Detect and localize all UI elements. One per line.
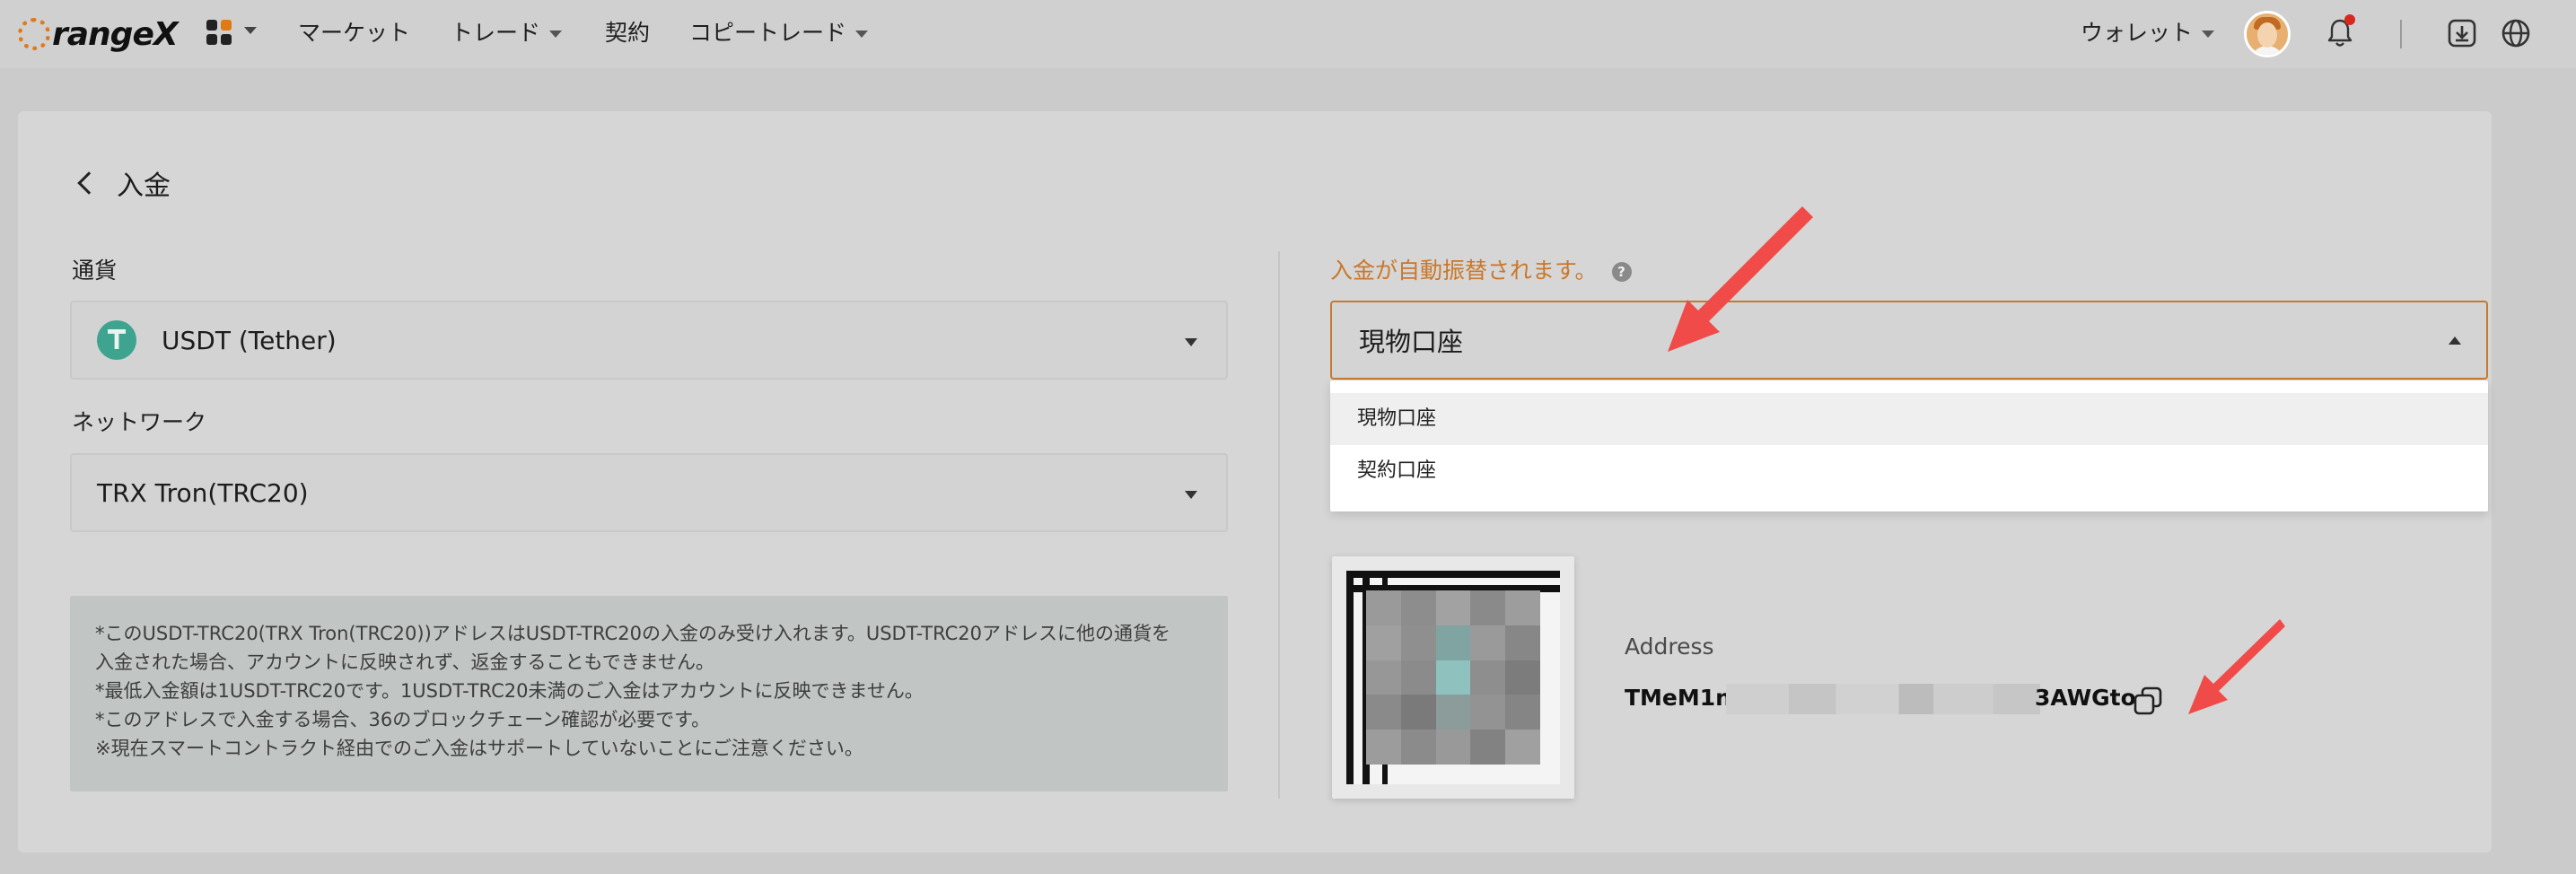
account-select[interactable]: 現物口座 — [1330, 301, 2488, 380]
chevron-down-icon — [549, 31, 563, 38]
logo-text: rangeX — [52, 15, 179, 53]
address-prefix: TMeM1n — [1625, 685, 1731, 711]
nav-item-label: コピートレード — [689, 20, 847, 46]
currency-value: USDT (Tether) — [162, 325, 337, 355]
top-nav-bar: rangeX マーケット トレード 契約 コピートレード ウォレット — [0, 0, 2576, 68]
nav-item-copy-trade[interactable]: コピートレード — [689, 17, 869, 49]
account-dropdown: 現物口座 契約口座 — [1330, 380, 2488, 511]
notice-line: 入金された場合、アカウントに反映されず、返金することもできません。 — [95, 651, 715, 673]
wallet-label: ウォレット — [2081, 20, 2194, 46]
notice-line: *このアドレスで入金する場合、36のブロックチェーン確認が必要です。 — [95, 709, 711, 730]
copy-icon[interactable] — [2133, 686, 2163, 716]
help-icon[interactable]: ? — [1611, 262, 1632, 282]
language-globe-icon[interactable] — [2501, 18, 2531, 48]
qr-blur-overlay — [1366, 590, 1540, 765]
apps-caret-icon[interactable] — [244, 27, 257, 34]
auto-transfer-label: 入金が自動振替されます。? — [1330, 253, 1632, 285]
page-title: 入金 — [117, 170, 171, 202]
notification-dot — [2344, 14, 2355, 25]
address-suffix: 3AWGto — [2034, 685, 2136, 711]
nav-item-label: トレード — [451, 20, 541, 46]
notice-line: ※現在スマートコントラクト経由でのご入金はサポートしていないことにご注意ください… — [95, 738, 863, 759]
dropdown-option-contract-account[interactable]: 契約口座 — [1330, 445, 2488, 497]
chevron-down-icon — [1185, 338, 1197, 346]
download-icon[interactable] — [2447, 18, 2477, 48]
qr-code-card — [1332, 556, 1574, 799]
back-button[interactable]: 入金 — [77, 162, 171, 204]
network-value: TRX Tron(TRC20) — [97, 477, 309, 508]
nav-item-market[interactable]: マーケット — [298, 17, 410, 49]
nav-item-label: 契約 — [605, 20, 651, 46]
nav-divider — [2400, 20, 2402, 48]
notice-line: *最低入金額は1USDT-TRC20です。1USDT-TRC20未満のご入金はア… — [95, 680, 924, 702]
dropdown-option-spot-account[interactable]: 現物口座 — [1330, 393, 2488, 445]
address-redacted — [1725, 684, 2040, 714]
column-divider — [1278, 251, 1280, 799]
address-label: Address — [1625, 634, 1714, 660]
nav-item-label: マーケット — [298, 20, 411, 46]
notification-bell-icon[interactable] — [2326, 14, 2355, 48]
currency-label: 通貨 — [72, 258, 118, 284]
network-label: ネットワーク — [72, 409, 207, 435]
nav-item-contract[interactable]: 契約 — [605, 17, 650, 49]
wallet-menu[interactable]: ウォレット — [2081, 17, 2215, 49]
auto-transfer-text: 入金が自動振替されます。 — [1330, 258, 1598, 284]
chevron-left-icon — [77, 171, 101, 195]
apps-grid-icon[interactable] — [206, 20, 237, 47]
orangex-logo[interactable]: rangeX — [18, 15, 179, 53]
tether-coin-icon — [97, 320, 136, 360]
chevron-down-icon — [855, 31, 869, 38]
nav-item-trade[interactable]: トレード — [451, 17, 563, 49]
deposit-address[interactable]: TMeM1n 3AWGto — [1625, 684, 2136, 714]
deposit-notice: *このUSDT-TRC20(TRX Tron(TRC20))アドレスはUSDT-… — [70, 596, 1228, 791]
chevron-down-icon — [2202, 31, 2215, 38]
logo-ring-icon — [18, 18, 50, 50]
account-select-value: 現物口座 — [1359, 327, 1464, 357]
network-select[interactable]: TRX Tron(TRC20) — [70, 453, 1228, 532]
chevron-down-icon — [1185, 491, 1197, 499]
notice-line: *このUSDT-TRC20(TRX Tron(TRC20))アドレスはUSDT-… — [95, 623, 1171, 644]
currency-select[interactable]: USDT (Tether) — [70, 301, 1228, 380]
chevron-up-icon — [2449, 336, 2461, 345]
user-avatar[interactable] — [2244, 11, 2291, 57]
